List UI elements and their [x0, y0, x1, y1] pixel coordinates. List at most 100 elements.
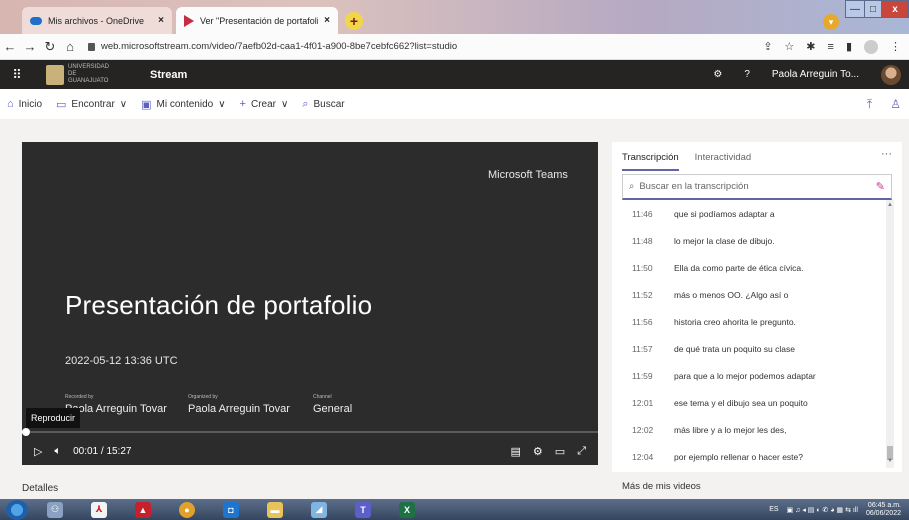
transcript-text: más o menos OO. ¿Algo así o — [674, 289, 789, 300]
reload-icon[interactable]: ↻ — [40, 39, 60, 55]
taskbar-app-excel[interactable]: X — [390, 499, 424, 520]
tray-icons[interactable]: ▣ ♫ ◂ ▤ ◐ ✆ ◕ ▦ ⇆ ıll — [787, 506, 858, 514]
transcript-row[interactable]: 12:02 más libre y a lo mejor les des, — [622, 416, 884, 443]
taskbar: ⚇ ⅄ ▲ ● ◘ ▬ ◢ T X ES ▣ ♫ ◂ ▤ ◐ ✆ ◕ ▦ ⇆ ı… — [0, 499, 909, 520]
transcript-row[interactable]: 12:01 ese tema y el dibujo sea un poquito — [622, 389, 884, 416]
nav-search-label: Buscar — [313, 98, 345, 110]
share-icon[interactable]: ⇪ — [763, 40, 772, 53]
window-maximize-button[interactable]: □ — [864, 0, 882, 18]
transcript-row[interactable]: 12:04 por ejemplo rellenar o hacer este? — [622, 443, 884, 470]
teams-icon: T — [355, 501, 371, 518]
new-tab-button[interactable]: + — [345, 12, 363, 30]
transcript-row[interactable]: 11:50 Ella da como parte de ética cívica. — [622, 254, 884, 281]
taskbar-app-acrobat[interactable]: ⅄ — [82, 499, 116, 520]
chevron-down-icon: ∨ — [119, 98, 128, 110]
tab-transcript[interactable]: Transcripción — [622, 152, 679, 171]
taskbar-app-chrome[interactable]: ● — [170, 499, 204, 520]
tab-title: Ver "Presentación de portafolio- — [200, 15, 319, 26]
profile-icon[interactable] — [864, 39, 878, 54]
photos-icon: ◢ — [311, 501, 327, 518]
taskbar-clock[interactable]: 06:45 a.m. 06/06/2022 — [866, 502, 901, 518]
transcript-row[interactable]: 11:52 más o menos OO. ¿Algo así o — [622, 281, 884, 308]
transcript-text: ese tema y el dibujo sea un poquito — [674, 397, 808, 408]
tab-title: Mis archivos - OneDrive — [48, 15, 145, 26]
nav-my-content[interactable]: ▣ Mi contenido ∨ — [141, 98, 225, 111]
fullscreen-icon[interactable]: ⤢ — [577, 445, 586, 458]
progress-bar[interactable] — [22, 431, 598, 433]
reading-list-icon[interactable]: ≡ — [828, 41, 834, 53]
outlook-icon: ◘ — [223, 501, 239, 518]
browser-tab-onedrive[interactable]: Mis archivos - OneDrive × — [22, 7, 172, 34]
recorded-by-value: Paola Arreguin Tovar — [65, 403, 167, 415]
transcript-time: 11:48 — [632, 235, 653, 246]
gear-icon[interactable]: ⚙ — [713, 69, 722, 80]
scroll-up-icon[interactable]: ▲ — [886, 202, 894, 208]
tab-interactivity[interactable]: Interactividad — [695, 152, 752, 171]
bookmark-star-icon[interactable]: ☆ — [784, 40, 794, 53]
taskbar-app-autocad[interactable]: ▲ — [126, 499, 160, 520]
upload-icon[interactable]: ⤒ — [867, 97, 872, 112]
scrubber-handle[interactable] — [22, 428, 30, 436]
scroll-down-icon[interactable]: ▼ — [886, 458, 894, 464]
taskbar-app-explorer[interactable]: ▬ — [258, 499, 292, 520]
transcript-text: más libre y a lo mejor les des, — [674, 424, 787, 435]
nav-home[interactable]: ⌂ Inicio — [7, 98, 42, 110]
tab-search-button[interactable]: ▾ — [823, 14, 839, 30]
back-arrow-icon[interactable]: ← — [0, 39, 20, 54]
theater-mode-icon[interactable]: ▭ — [555, 445, 565, 458]
panel-tabs: Transcripción Interactividad — [622, 152, 751, 171]
edit-icon[interactable]: ✎ — [876, 180, 891, 193]
app-name[interactable]: Stream — [150, 69, 187, 81]
taskbar-app-outlook[interactable]: ◘ — [214, 499, 248, 520]
start-button[interactable] — [6, 499, 28, 520]
nav-discover[interactable]: ▭ Encontrar ∨ — [56, 98, 127, 111]
transcript-row[interactable]: 11:46 que si podíamos adaptar a — [622, 200, 884, 227]
tab-close-button[interactable]: × — [158, 15, 164, 26]
taskbar-app-teams[interactable]: T — [346, 499, 380, 520]
avatar[interactable] — [881, 64, 901, 85]
player-controls-right: ▤ ⚙ ▭ ⤢ — [511, 445, 599, 458]
chevron-down-icon: ∨ — [281, 98, 289, 110]
input-language[interactable]: ES — [769, 506, 778, 513]
extensions-icon[interactable]: ✱ — [806, 40, 815, 53]
person-icon[interactable]: ♙ — [890, 97, 901, 112]
captions-icon[interactable]: ▤ — [511, 445, 521, 458]
side-panel-icon[interactable]: ▮ — [846, 40, 852, 53]
tab-close-button[interactable]: × — [324, 15, 330, 26]
browser-menu-icon[interactable]: ⋮ — [890, 40, 901, 53]
transcript-scrollbar[interactable]: ▲ ▼ — [886, 200, 894, 468]
transcript-row[interactable]: 11:56 historia creo ahorita le pregunto. — [622, 308, 884, 335]
search-icon: ⌕ — [629, 181, 635, 192]
stream-nav: ⌂ Inicio ▭ Encontrar ∨ ▣ Mi contenido ∨ … — [0, 89, 909, 119]
user-name[interactable]: Paola Arreguin To... — [772, 69, 859, 80]
transcript-row[interactable]: 11:59 para que a lo mejor podemos adaptar — [622, 362, 884, 389]
transcript-text: Ella da como parte de ética cívica. — [674, 262, 804, 273]
app-launcher-icon[interactable]: ⠿ — [0, 67, 34, 83]
nav-search[interactable]: ⌕ Buscar — [302, 98, 344, 111]
more-options-button[interactable]: ··· — [881, 148, 892, 160]
taskbar-app-photos[interactable]: ◢ — [302, 499, 336, 520]
nav-create[interactable]: + Crear ∨ — [240, 98, 289, 110]
transcript-row[interactable]: 11:57 de qué trata un poquito su clase — [622, 335, 884, 362]
play-icon[interactable]: ▷ — [34, 445, 42, 458]
window-minimize-button[interactable]: — — [845, 0, 865, 18]
volume-icon[interactable]: 🔈︎ — [54, 445, 61, 458]
onedrive-icon — [30, 16, 42, 25]
window-close-button[interactable]: x — [881, 0, 909, 18]
org-name: UNIVERSIDAD DE GUANAJUATO — [68, 64, 110, 84]
taskbar-app-users[interactable]: ⚇ — [38, 499, 72, 520]
home-icon[interactable]: ⌂ — [60, 39, 80, 54]
gear-icon[interactable]: ⚙ — [533, 445, 543, 458]
transcript-search[interactable]: ⌕ Buscar en la transcripción ✎ — [622, 174, 892, 200]
browser-tab-stream[interactable]: Ver "Presentación de portafolio- × — [176, 7, 338, 34]
url-field[interactable]: web.microsoftstream.com/video/7aefb02d-c… — [88, 41, 763, 52]
main-content: Microsoft Teams Presentación de portafol… — [0, 119, 909, 499]
transcript-row[interactable]: 11:48 lo mejor la clase de dibujo. — [622, 227, 884, 254]
channel-value: General — [313, 403, 353, 415]
organized-by: Organized by Paola Arreguin Tovar — [188, 394, 290, 415]
video-player[interactable]: Microsoft Teams Presentación de portafol… — [22, 142, 598, 465]
help-icon[interactable]: ? — [744, 69, 750, 80]
users-icon: ⚇ — [47, 501, 63, 518]
forward-arrow-icon[interactable]: → — [20, 39, 40, 54]
play-tooltip: Reproducir — [26, 408, 81, 428]
